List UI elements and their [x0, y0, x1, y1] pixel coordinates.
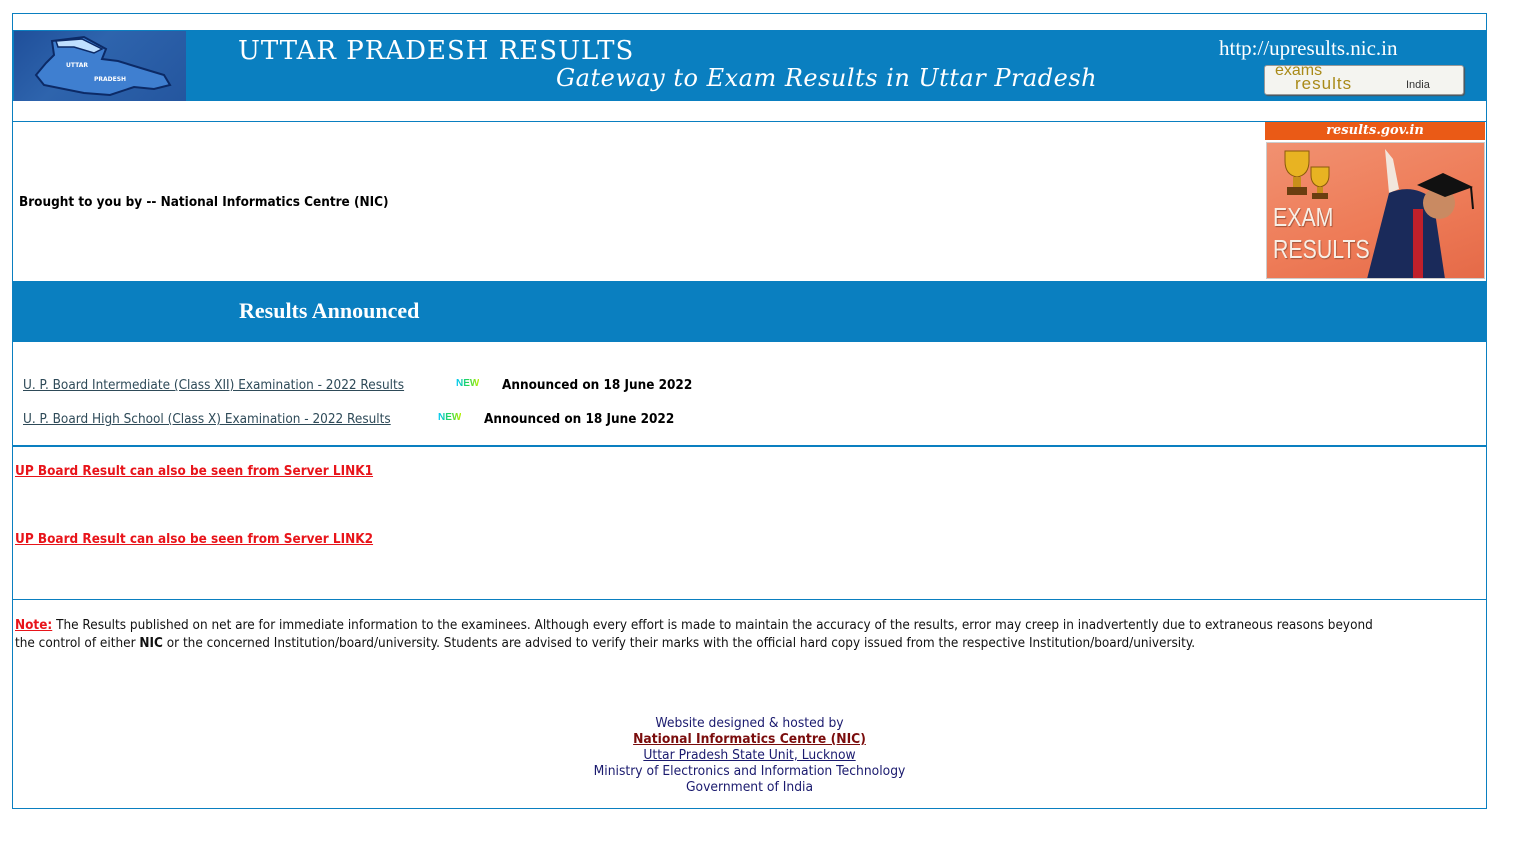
up-map-icon: UTTAR PRADESH	[34, 35, 172, 97]
result-status: Announced on 18 June 2022	[502, 378, 693, 393]
badge-text-india: India	[1406, 79, 1430, 91]
footer-nic-link[interactable]: National Informatics Centre (NIC)	[633, 732, 866, 747]
results-gov-promo[interactable]: results.gov.in EXAM RESULTS	[1265, 122, 1485, 279]
result-item: U. P. Board Intermediate (Class XII) Exa…	[23, 378, 433, 393]
up-map-logo: UTTAR PRADESH	[14, 31, 186, 101]
disclaimer-note: Note: The Results published on net are f…	[15, 617, 1485, 653]
footer: Website designed & hosted by National In…	[13, 716, 1486, 796]
footer-unit-link[interactable]: Uttar Pradesh State Unit, Lucknow	[643, 748, 855, 763]
new-badge-icon: NEW	[438, 412, 462, 423]
divider	[13, 599, 1486, 600]
results-announced-header: Results Announced	[13, 281, 1486, 342]
server-link-2[interactable]: UP Board Result can also be seen from Se…	[15, 532, 373, 547]
note-label: Note:	[15, 618, 53, 633]
result-link-intermediate[interactable]: U. P. Board Intermediate (Class XII) Exa…	[23, 378, 404, 393]
divider	[13, 445, 1486, 447]
note-line-2: the control of either NIC or the concern…	[15, 635, 1382, 653]
server-link-1[interactable]: UP Board Result can also be seen from Se…	[15, 464, 373, 479]
logo-text-pradesh: PRADESH	[94, 76, 126, 83]
promo-exam-results-text: EXAM RESULTS	[1273, 201, 1370, 265]
result-item: U. P. Board High School (Class X) Examin…	[23, 412, 418, 427]
note-text-2a: the control of either	[15, 636, 140, 651]
site-subtitle: Gateway to Exam Results in Uttar Pradesh	[556, 64, 1098, 92]
note-text-1: The Results published on net are for imm…	[52, 618, 1373, 633]
trophy-icon	[1284, 150, 1330, 199]
result-link-high-school[interactable]: U. P. Board High School (Class X) Examin…	[23, 412, 391, 427]
graduate-icon	[1367, 149, 1474, 278]
result-status: Announced on 18 June 2022	[484, 412, 675, 427]
results-announced-title: Results Announced	[239, 298, 420, 323]
promo-heading: results.gov.in	[1265, 122, 1485, 140]
site-title: UTTAR PRADESH RESULTS	[238, 36, 635, 66]
footer-government: Government of India	[685, 780, 814, 795]
brought-by-text: Brought to you by -- National Informatic…	[19, 195, 389, 210]
footer-ministry: Ministry of Electronics and Information …	[593, 764, 906, 779]
note-line-1: Note: The Results published on net are f…	[15, 617, 1382, 635]
badge-text-results: results	[1295, 74, 1353, 93]
new-badge-icon: NEW	[456, 378, 480, 389]
promo-text-results: RESULTS	[1273, 234, 1370, 264]
footer-designed-by: Website designed & hosted by	[655, 716, 844, 731]
note-text-2b: or the concerned Institution/board/unive…	[162, 636, 1196, 651]
page-container: UTTAR PRADESH UTTAR PRADESH RESULTS Gate…	[12, 13, 1487, 809]
note-nic-bold: NIC	[139, 636, 163, 651]
logo-text-uttar: UTTAR	[66, 62, 88, 69]
promo-text-exam: EXAM	[1273, 202, 1334, 232]
exam-results-banner-image[interactable]: EXAM RESULTS	[1266, 142, 1485, 279]
site-url: http://upresults.nic.in	[1219, 36, 1398, 60]
header-banner: UTTAR PRADESH UTTAR PRADESH RESULTS Gate…	[13, 30, 1486, 101]
exams-results-india-badge[interactable]: exams results India	[1264, 63, 1464, 95]
